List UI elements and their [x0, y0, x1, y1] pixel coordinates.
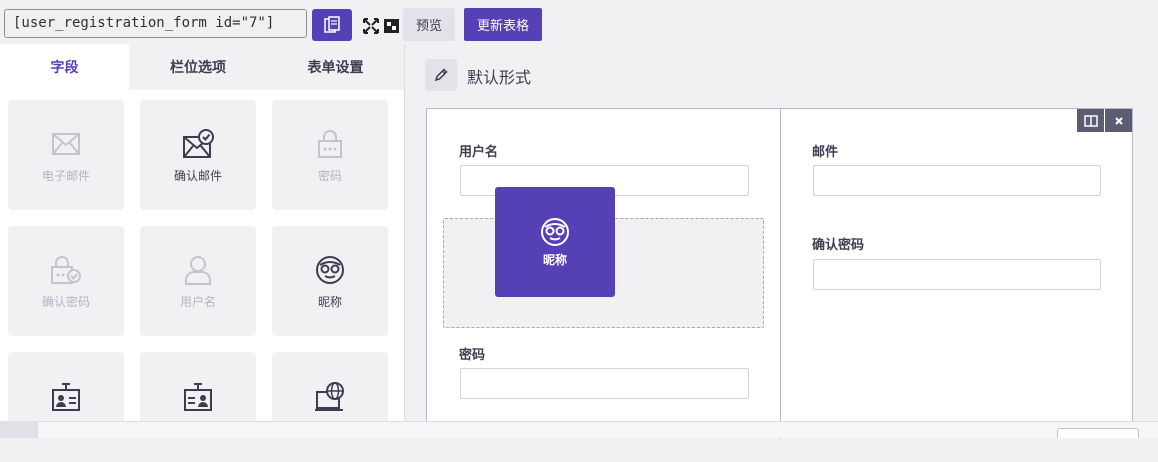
- edit-form-title-button[interactable]: [425, 59, 457, 91]
- field-item-password[interactable]: 密码: [272, 100, 388, 210]
- field-item-last-name[interactable]: 姓: [140, 352, 256, 462]
- columns-icon: [1083, 114, 1098, 127]
- field-item-label: 确认密码: [41, 294, 90, 309]
- envelope-check-icon: [183, 128, 214, 158]
- field-item-label: 昵称: [317, 294, 342, 309]
- update-form-button[interactable]: 更新表格: [464, 8, 542, 41]
- shortcode-field[interactable]: [user_registration_form id="7"]: [4, 9, 307, 38]
- email-label: 邮件: [812, 145, 839, 160]
- row-controls: [1076, 109, 1132, 132]
- field-item-confirm-password[interactable]: 确认密码: [8, 226, 124, 336]
- username-label: 用户名: [459, 145, 499, 160]
- password-label: 密码: [459, 348, 486, 363]
- dragging-field-nickname[interactable]: 昵称: [495, 187, 615, 297]
- copy-shortcode-button[interactable]: [312, 9, 352, 41]
- tab-form-settings[interactable]: 表单设置: [267, 44, 404, 90]
- field-sidebar: 字段 栏位选项 表单设置 电子邮件 确认邮件 密码 确认密码 用户名 昵称 名字…: [0, 44, 405, 462]
- sidebar-tabs: 字段 栏位选项 表单设置: [0, 44, 404, 90]
- field-item-label: 确认邮件: [173, 168, 222, 183]
- form-title[interactable]: 默认形式: [467, 64, 531, 88]
- field-item-label: 电子邮件: [41, 168, 90, 183]
- envelope-icon: [52, 132, 80, 155]
- dragging-field-label: 昵称: [542, 252, 567, 267]
- field-item-label: 用户名: [179, 294, 216, 309]
- lock-icon: [318, 129, 342, 158]
- column-divider: [780, 109, 781, 439]
- field-item-first-name[interactable]: 名字: [8, 352, 124, 462]
- close-icon: [1114, 116, 1123, 125]
- tab-field-options[interactable]: 栏位选项: [129, 44, 267, 90]
- field-item-nickname[interactable]: 昵称: [272, 226, 388, 336]
- lock-check-icon: [51, 255, 81, 284]
- field-item-username[interactable]: 用户名: [140, 226, 256, 336]
- bottom-bar: [38, 421, 1158, 438]
- pencil-icon: [434, 68, 448, 82]
- field-item-confirm-email[interactable]: 确认邮件: [140, 100, 256, 210]
- id-card-icon: [52, 383, 80, 411]
- globe-icon: [315, 382, 344, 411]
- password-input[interactable]: [460, 368, 749, 399]
- confirm-password-input[interactable]: [813, 259, 1101, 290]
- field-item-email[interactable]: 电子邮件: [8, 100, 124, 210]
- field-item-label: 密码: [317, 168, 342, 183]
- preview-button[interactable]: 预览: [403, 8, 455, 41]
- bottom-action-button[interactable]: [1057, 428, 1139, 438]
- fullscreen-button[interactable]: [361, 13, 401, 39]
- email-input[interactable]: [813, 165, 1101, 196]
- nickname-icon: [541, 217, 569, 246]
- columns-button[interactable]: [1076, 109, 1104, 132]
- remove-row-button[interactable]: [1104, 109, 1132, 132]
- copy-icon: [324, 16, 340, 33]
- confirm-password-label: 确认密码: [812, 238, 865, 253]
- field-item-website[interactable]: 网站: [272, 352, 388, 462]
- nickname-icon: [316, 255, 344, 284]
- bottom-bar-left: [0, 421, 38, 438]
- tab-fields[interactable]: 字段: [0, 44, 129, 90]
- id-card-icon: [184, 383, 212, 411]
- fullscreen-icon: [363, 18, 399, 34]
- user-icon: [185, 255, 211, 285]
- top-toolbar: [user_registration_form id="7"] 预览 更新表格: [0, 0, 1158, 44]
